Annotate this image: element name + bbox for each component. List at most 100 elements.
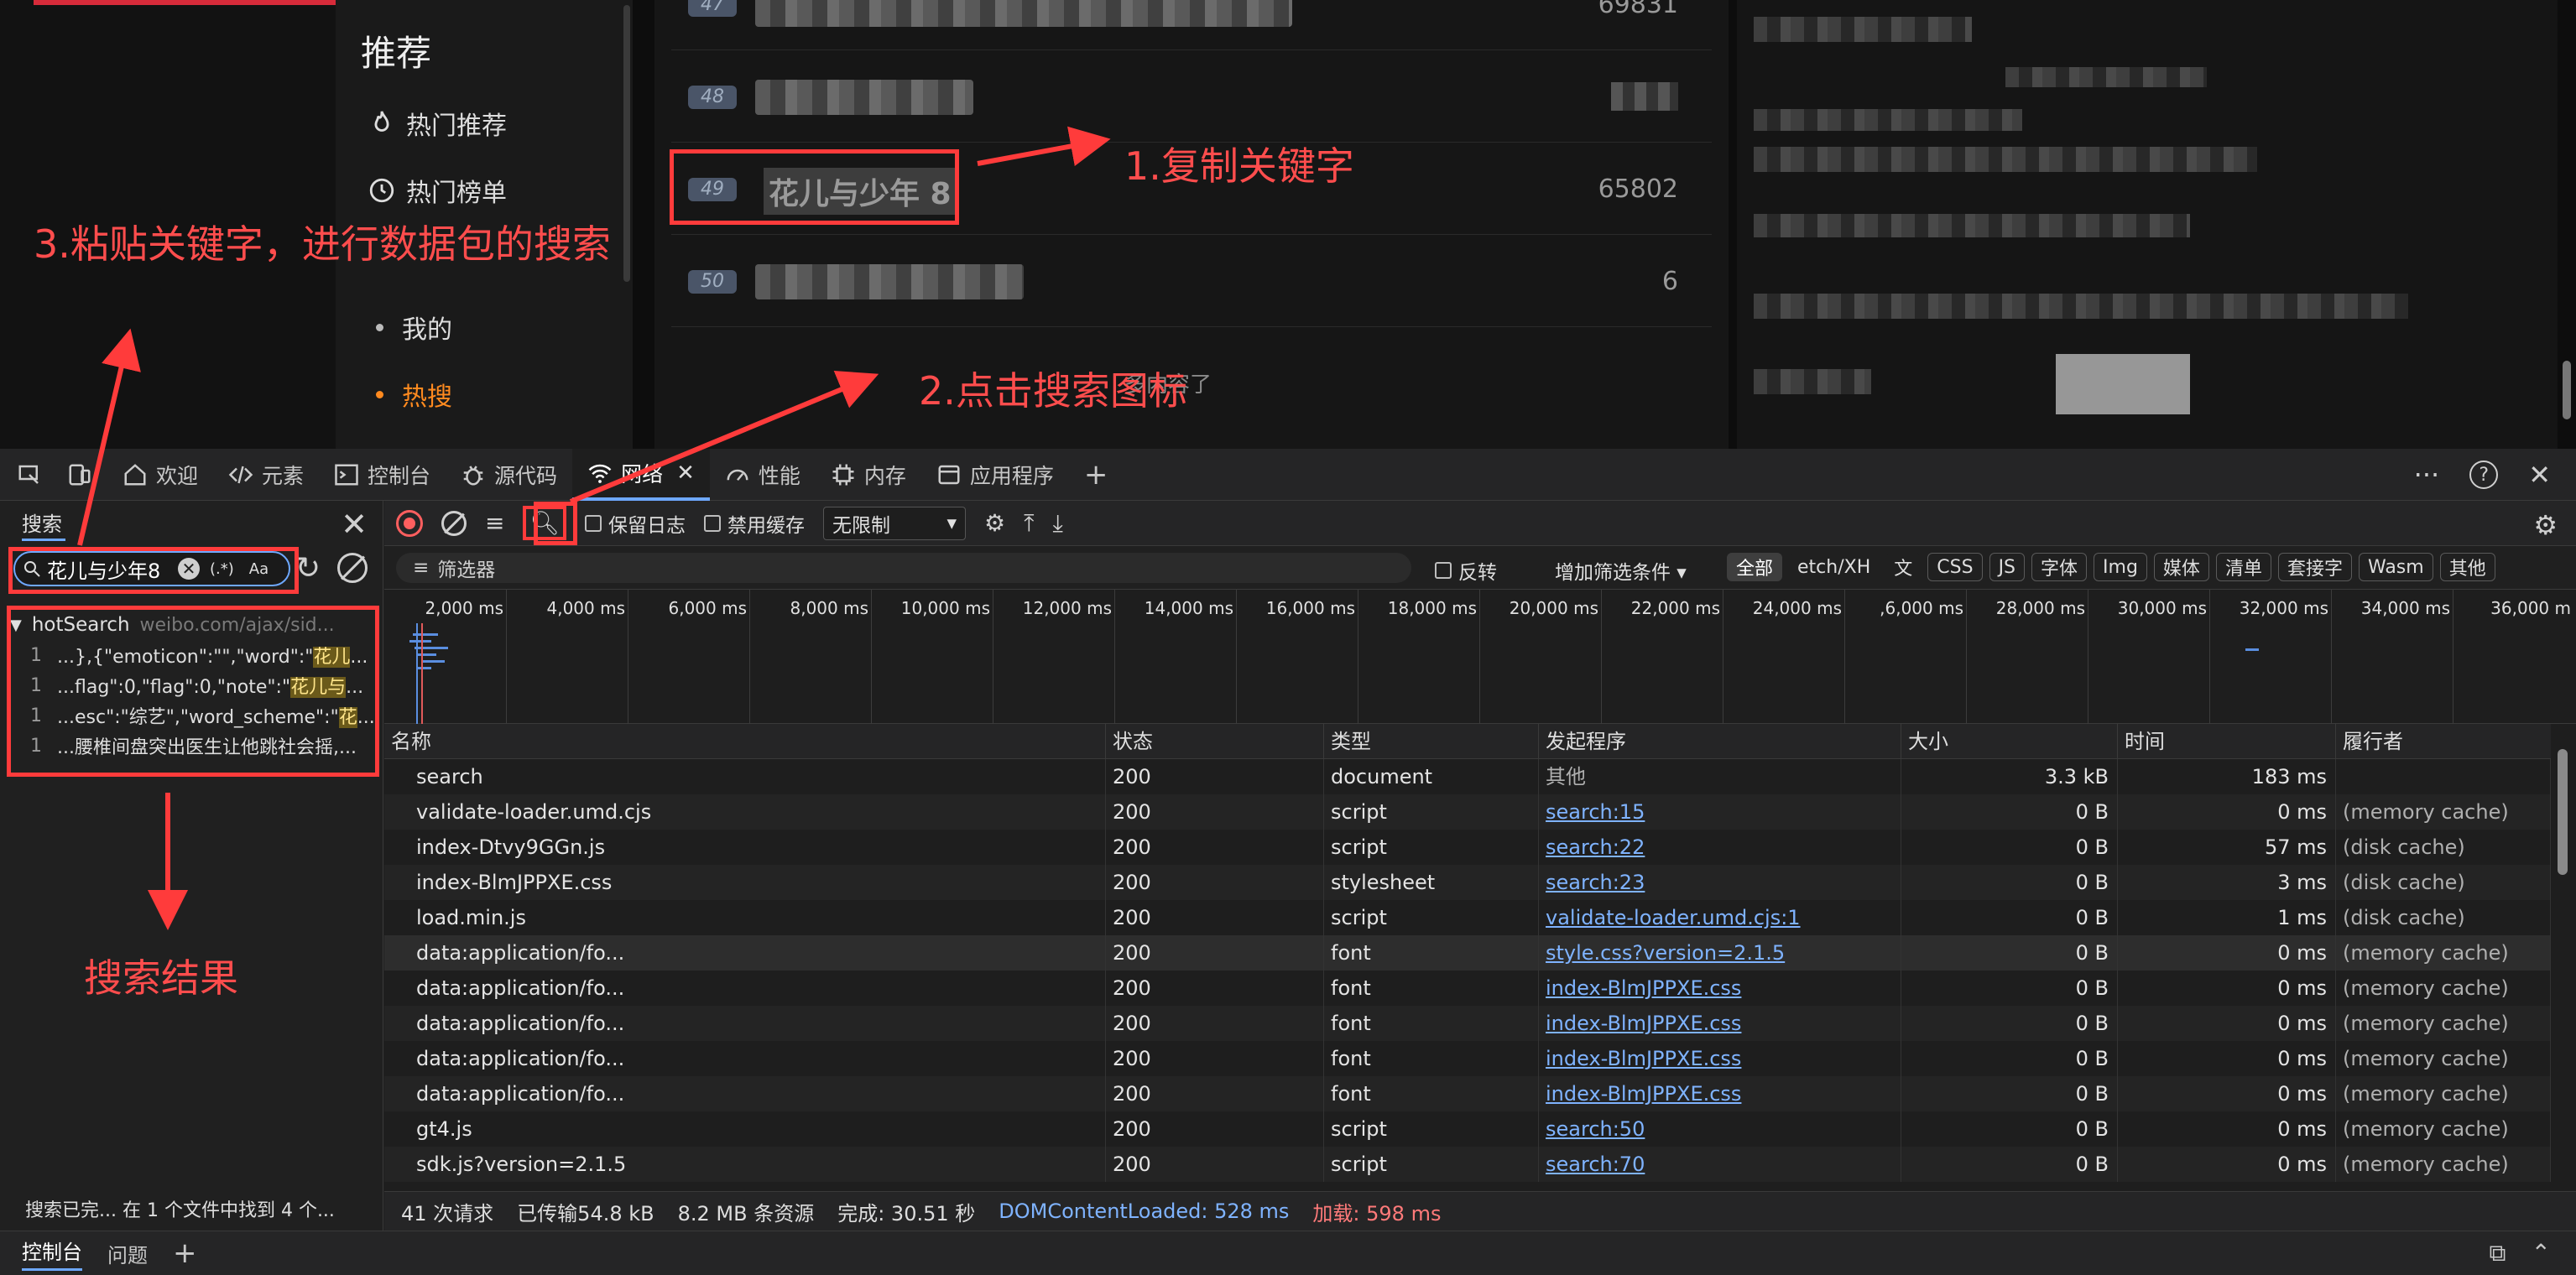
add-tab-button[interactable]: + [1069, 449, 1124, 501]
cell-type: stylesheet [1324, 865, 1539, 900]
filter-toggle-icon[interactable]: ≡ [485, 509, 504, 537]
list-item[interactable]: 48 [671, 50, 1712, 143]
cell-initiator[interactable]: search:15 [1539, 794, 1901, 830]
network-conditions-icon[interactable]: ⚙︎ [984, 509, 1005, 537]
cell-initiator[interactable]: index-BlmJPPXE.css [1539, 1041, 1901, 1076]
table-scrollbar[interactable] [2551, 724, 2576, 1191]
drawer-tab-issues[interactable]: 问题 [107, 1239, 148, 1268]
settings-gear-icon[interactable]: ⚙︎ [2533, 509, 2558, 541]
tab-network[interactable]: 网络 ✕ [572, 448, 710, 501]
tab-memory[interactable]: 内存 [816, 449, 921, 501]
network-overview-timeline[interactable]: 2,000 ms 4,000 ms 6,000 ms 8,000 ms 10,0… [384, 590, 2576, 724]
search-panel-title[interactable]: 搜索 [22, 507, 62, 537]
chip-wasm[interactable]: Wasm [2358, 553, 2433, 581]
chip-font[interactable]: 字体 [2031, 553, 2088, 581]
nav-item-hot-list[interactable]: 热门榜单 [368, 172, 507, 209]
table-row[interactable]: search 200 document 其他 3.3 kB 183 ms [384, 759, 2551, 794]
nav-scrollbar[interactable] [621, 0, 633, 449]
chip-js[interactable]: JS [1989, 553, 2026, 581]
table-row[interactable]: index-BlmJPPXE.css 200 stylesheet search:23… [384, 865, 2551, 900]
tab-elements[interactable]: 元素 [213, 449, 319, 501]
throttling-select[interactable]: 无限制 ▾ [823, 506, 967, 540]
table-row[interactable]: validate-loader.umd.cjs 200 script search:1… [384, 794, 2551, 830]
nav-item-hot-recommend[interactable]: 热门推荐 [368, 105, 507, 142]
chip-doc[interactable]: 文 [1885, 553, 1922, 581]
preserve-log-checkbox[interactable]: 保留日志 [585, 509, 686, 538]
close-devtools-icon[interactable]: ✕ [2528, 459, 2551, 491]
table-row[interactable]: data:application/fo... 200 font index-BlmJP… [384, 971, 2551, 1006]
table-row[interactable]: data:application/fo... 200 font index-BlmJP… [384, 1041, 2551, 1076]
device-toolbar-icons[interactable] [0, 449, 107, 501]
inspect-icon[interactable] [17, 462, 42, 487]
col-header-initiator[interactable]: 发起程序 [1539, 724, 1901, 759]
cell-initiator[interactable]: search:23 [1539, 865, 1901, 900]
page-scrollbar[interactable] [2558, 0, 2576, 449]
tab-sources[interactable]: 源代码 [446, 449, 572, 501]
table-row[interactable]: data:application/fo... 200 font index-BlmJP… [384, 1076, 2551, 1111]
export-har-icon[interactable]: ⤓ [1053, 509, 1063, 538]
record-button[interactable] [396, 509, 423, 537]
device-emulation-icon[interactable] [67, 462, 92, 487]
chip-media[interactable]: 媒体 [2153, 553, 2209, 581]
import-har-icon[interactable]: ⤒ [1024, 509, 1034, 538]
cell-initiator[interactable]: index-BlmJPPXE.css [1539, 1006, 1901, 1041]
close-search-panel-icon[interactable]: ✕ [341, 506, 368, 543]
table-row[interactable]: data:application/fo... 200 font style.css?v… [384, 935, 2551, 971]
chip-img[interactable]: Img [2094, 553, 2147, 581]
checkbox-box[interactable] [585, 514, 602, 532]
cell-size: 0 B [1901, 865, 2118, 900]
cell-size: 0 B [1901, 971, 2118, 1006]
invert-checkbox[interactable]: 反转 [1435, 556, 1497, 585]
drawer-tab-console[interactable]: 控制台 [22, 1236, 82, 1271]
table-row[interactable]: gt4.js 200 script search:50 0 B0 ms (memory c… [384, 1111, 2551, 1147]
chip-manifest[interactable]: 清单 [2215, 553, 2271, 581]
table-row[interactable]: sdk.js?version=2.1.5 200 script search:70 0 … [384, 1147, 2551, 1182]
col-header-size[interactable]: 大小 [1901, 724, 2118, 759]
collapse-drawer-icon[interactable]: ⌃ [2532, 1239, 2551, 1267]
tab-application[interactable]: 应用程序 [921, 449, 1069, 501]
cell-initiator[interactable]: search:70 [1539, 1147, 1901, 1182]
cell-initiator[interactable]: index-BlmJPPXE.css [1539, 1076, 1901, 1111]
cell-initiator[interactable]: validate-loader.umd.cjs:1 [1539, 900, 1901, 935]
col-header-time[interactable]: 时间 [2118, 724, 2336, 759]
col-header-status[interactable]: 状态 [1106, 724, 1324, 759]
cell-initiator[interactable]: index-BlmJPPXE.css [1539, 971, 1901, 1006]
clear-log-button[interactable] [441, 510, 467, 536]
cell-initiator[interactable]: search:22 [1539, 830, 1901, 865]
chip-css[interactable]: CSS [1927, 553, 1983, 581]
table-row[interactable]: index-Dtvy9GGn.js 200 script search:22 0 B 57… [384, 830, 2551, 865]
chip-other[interactable]: 其他 [2439, 553, 2495, 581]
dock-icon[interactable]: ⧉ [2490, 1239, 2506, 1267]
tab-console[interactable]: 控制台 [319, 449, 446, 501]
tick-label: 10,000 ms [900, 598, 990, 618]
list-item[interactable]: 47 69831 [671, 0, 1712, 50]
checkbox-box[interactable] [1435, 562, 1452, 579]
tab-performance[interactable]: 性能 [710, 449, 816, 501]
table-row[interactable]: load.min.js 200 script validate-loader.umd.… [384, 900, 2551, 935]
chip-all[interactable]: 全部 [1727, 553, 1783, 581]
more-icon[interactable]: ··· [2414, 459, 2440, 491]
col-header-name[interactable]: 名称 [384, 724, 1106, 759]
drawer-add-tab[interactable]: + [173, 1236, 197, 1270]
chip-socket[interactable]: 套接字 [2277, 553, 2352, 581]
disable-cache-checkbox[interactable]: 禁用缓存 [704, 509, 805, 538]
table-row[interactable]: data:application/fo... 200 font index-BlmJP… [384, 1006, 2551, 1041]
heat-count: 65802 [1598, 174, 1678, 204]
checkbox-box[interactable] [704, 514, 722, 532]
cell-initiator[interactable]: style.css?version=2.1.5 [1539, 935, 1901, 971]
list-item[interactable]: 50 6 [671, 235, 1712, 327]
cancel-search-icon[interactable] [337, 553, 368, 583]
cell-initiator[interactable]: search:50 [1539, 1111, 1901, 1147]
help-icon[interactable]: ? [2469, 461, 2499, 489]
cell-status: 200 [1106, 1111, 1324, 1147]
nav-sub-mine[interactable]: 我的 [376, 309, 452, 346]
tab-welcome[interactable]: 欢迎 [107, 449, 213, 501]
filter-input[interactable]: ≡ 筛选器 [396, 553, 1411, 583]
col-header-fulfilled-by[interactable]: 履行者 [2336, 724, 2551, 759]
more-filters-dropdown[interactable]: 增加筛选条件 ▾ [1555, 556, 1687, 585]
refresh-search-icon[interactable]: ↻ [295, 551, 321, 585]
chip-fetch-xhr[interactable]: etch/XH [1789, 553, 1880, 581]
close-tab-icon[interactable]: ✕ [676, 461, 695, 486]
nav-sub-hot-search[interactable]: 热搜 [376, 376, 452, 413]
col-header-type[interactable]: 类型 [1324, 724, 1539, 759]
